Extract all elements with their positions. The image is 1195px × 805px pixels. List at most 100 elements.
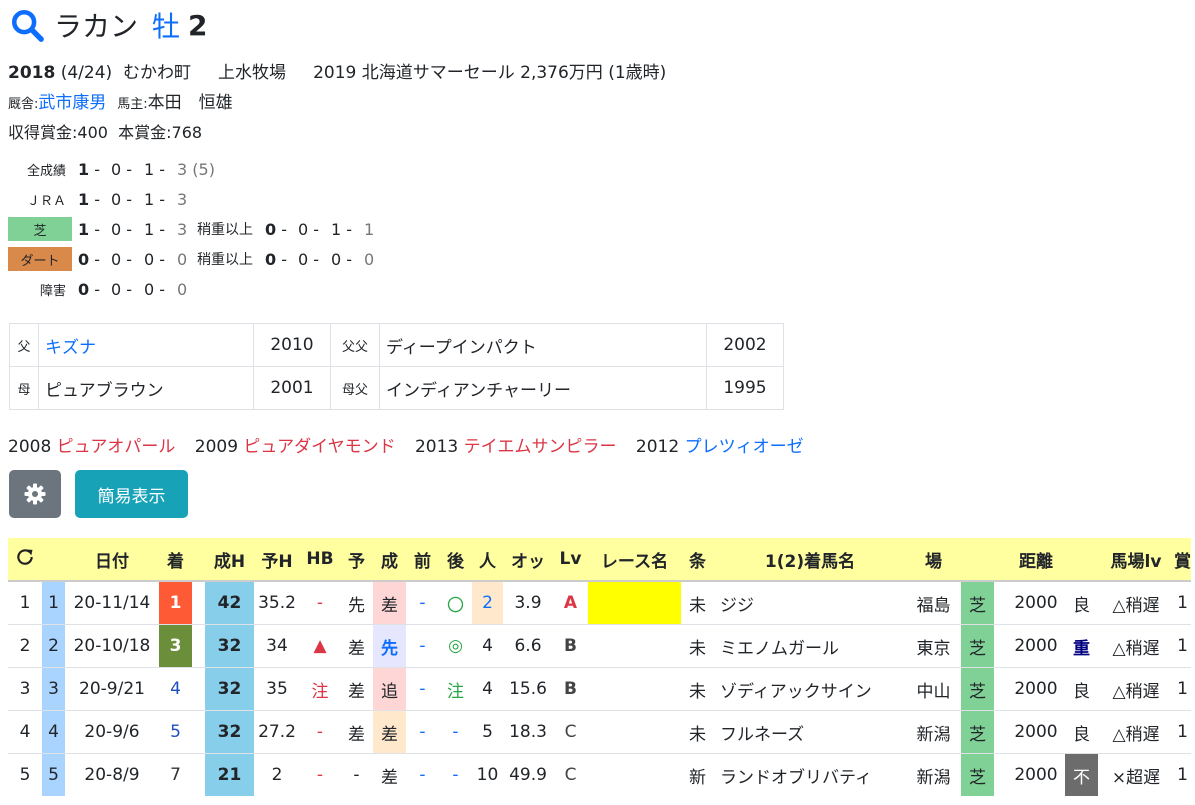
col-header[interactable]: 着 [159,538,192,582]
cell-hb: 注 [300,667,340,711]
col-header[interactable]: 距離 [1007,538,1065,582]
col-header[interactable]: 賞 [1174,538,1191,582]
cell-race-name[interactable] [588,753,681,796]
cell-prize: 1 [1174,667,1191,711]
col-header[interactable]: 馬場lv [1098,538,1174,582]
cell-hb: - [300,753,340,796]
record-label: ＪＲＡ [26,193,66,209]
col-header[interactable]: 前 [406,538,439,582]
cell-going: 不 [1065,753,1098,796]
cell-hb: ▲ [300,624,340,668]
cell-date[interactable]: 20-10/18 [65,624,159,668]
col-header[interactable]: 予 [340,538,373,582]
sire-link[interactable]: キズナ [45,338,96,358]
cell-date[interactable]: 20-8/9 [65,753,159,796]
cell-track-lv: △稍遅 [1098,710,1174,754]
trainer-link[interactable]: 武市康男 [38,93,106,113]
cell-hs: 32 [205,710,254,754]
col-header[interactable]: 1(2)着馬名 [714,538,906,582]
cell-date[interactable]: 20-9/6 [65,710,159,754]
cell-winner[interactable]: ジジ [714,580,906,625]
cell-course: 東京 [906,624,961,668]
cell-race-name[interactable] [588,580,681,625]
sale-info: 2019 北海道サマーセール 2,376万円 (1歳時) [313,63,667,83]
cell-date[interactable]: 20-11/14 [65,580,159,625]
birth-date: (4/24) [60,63,113,83]
cell-date[interactable]: 20-9/21 [65,667,159,711]
col-header[interactable]: 場 [906,538,961,582]
col-header[interactable]: 後 [439,538,472,582]
settings-button[interactable] [9,470,61,518]
cell-spacer [192,667,205,711]
simple-view-button[interactable]: 簡易表示 [75,470,188,518]
record-label: 全成績 [26,163,66,179]
birth-year: 2018 [8,63,56,83]
cell-index: 5 [8,753,42,796]
col-header[interactable]: HB [300,538,340,582]
prize-value: 768 [171,123,203,142]
table-row[interactable]: 3 3 20-9/21 4 32 35 注 差 追 - 注 4 15.6 B 未… [8,667,1191,711]
cell-race-name[interactable] [588,624,681,668]
sire-label: 父 [9,323,39,367]
cell-pred: 27.2 [254,710,300,754]
cell-course: 中山 [906,667,961,711]
refresh-header[interactable] [8,538,42,582]
cell-lv: C [553,710,588,754]
birth-info: 2018 (4/24) むかわ町 上水牧場 2019 北海道サマーセール 2,3… [8,58,666,83]
col-header[interactable]: Lv [553,538,588,582]
cell-odds: 6.6 [503,624,553,668]
col-header[interactable]: 条 [681,538,714,582]
search-icon[interactable] [10,8,44,42]
cell-style: 差 [373,580,406,625]
sibling-link[interactable]: テイエムサンピラー [464,437,617,457]
dam-sire-year: 1995 [706,366,784,410]
cell-race-name[interactable] [588,710,681,754]
dam-sire-name: インディアンチャーリー [379,366,707,410]
table-row[interactable]: 5 5 20-8/9 7 21 2 - - 差 - - 10 49.9 C 新 … [8,753,1191,796]
cell-lv: A [553,580,588,625]
cell-going: 良 [1065,710,1098,754]
owner-name: 本田 恒雄 [147,93,233,113]
table-row[interactable]: 4 4 20-9/6 5 32 27.2 - 差 差 - - 5 18.3 C … [8,710,1191,754]
refresh-icon[interactable] [15,547,35,567]
cell-course: 新潟 [906,753,961,796]
cell-style: 差 [373,753,406,796]
cell-back: 注 [439,667,472,711]
cell-surface: 芝 [961,753,994,796]
earnings: 収得賞金:400 本賞金:768 [8,119,202,143]
col-header[interactable]: 日付 [65,538,159,582]
col-header[interactable]: オッ [503,538,553,582]
cell-lv: B [553,667,588,711]
cell-cond: 未 [681,667,714,711]
sibling-link[interactable]: ピュアダイヤモンド [243,437,395,457]
horse-age: 2 [188,8,208,42]
gear-icon [24,483,46,505]
cell-winner[interactable]: ランドオブリバティ [714,753,906,796]
horse-sex[interactable]: 牡 [152,5,180,45]
cell-winner[interactable]: ゾディアックサイン [714,667,906,711]
cell-front: - [406,710,439,754]
col-header[interactable]: レース名 [588,538,681,582]
col-header[interactable]: 人 [472,538,503,582]
sibling-link[interactable]: ピュアオパール [57,437,176,457]
cell-winner[interactable]: ミエノムガール [714,624,906,668]
cell-race-name[interactable] [588,667,681,711]
cell-track-lv: △稍遅 [1098,667,1174,711]
col-header[interactable]: 成H [205,538,254,582]
col-header [994,538,1007,582]
cell-pred: 2 [254,753,300,796]
dam-sire-label: 母父 [330,366,380,410]
sibling-link[interactable]: プレツィオーゼ [685,437,804,457]
cell-surface: 芝 [961,667,994,711]
cell-lv: C [553,753,588,796]
col-header[interactable]: 成 [373,538,406,582]
table-row[interactable]: 2 2 20-10/18 3 32 34 ▲ 差 先 - ◎ 4 6.6 B 未… [8,624,1191,668]
col-header[interactable]: 予H [254,538,300,582]
cell-going: 良 [1065,580,1098,625]
cell-course: 新潟 [906,710,961,754]
cell-style: 追 [373,667,406,711]
table-row[interactable]: 1 1 20-11/14 1 42 35.2 - 先 差 - 〇 2 3.9 A… [8,580,1191,625]
col-header [1065,538,1098,582]
cell-finish: 3 [159,624,192,668]
cell-winner[interactable]: フルネーズ [714,710,906,754]
